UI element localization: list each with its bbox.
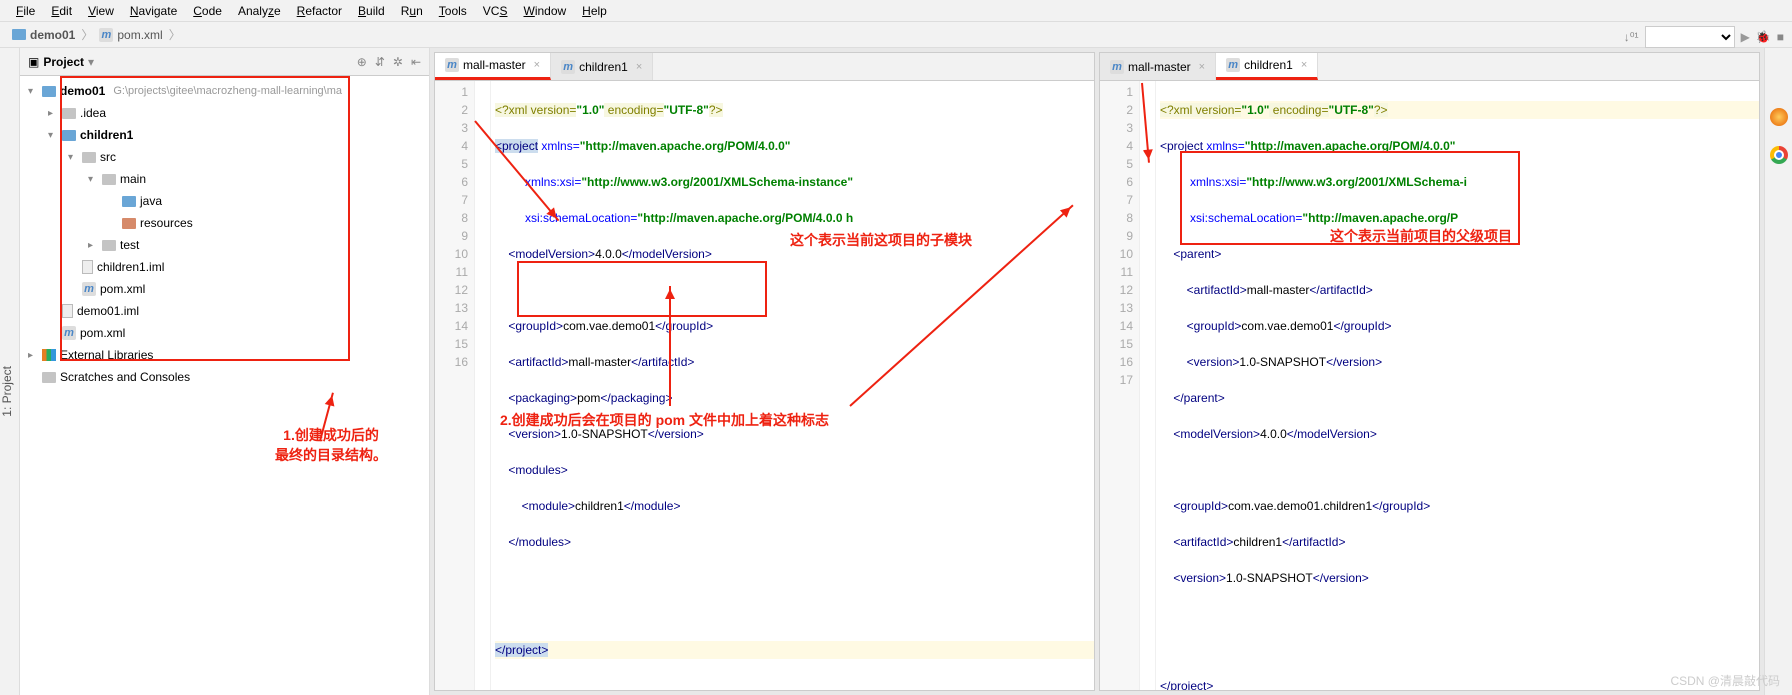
menu-view[interactable]: View	[80, 2, 122, 19]
editor-left: mmall-master× mchildren1× 12345678910111…	[434, 52, 1095, 691]
code-left[interactable]: <?xml version="1.0" encoding="UTF-8"?> <…	[491, 81, 1094, 690]
menu-build[interactable]: Build	[350, 2, 393, 19]
maven-icon: m	[1226, 58, 1240, 72]
editor-right-tabs: mmall-master× mchildren1×	[1100, 53, 1759, 81]
breadcrumb-project[interactable]: demo01	[8, 28, 79, 42]
project-panel: ▣ Project ▾ ⊕ ⇵ ✲ ⇤ ▾demo01G:\projects\git…	[20, 48, 430, 695]
menu-window[interactable]: Window	[515, 2, 574, 19]
tab-children1[interactable]: mchildren1×	[551, 53, 653, 80]
menu-edit[interactable]: Edit	[43, 2, 80, 19]
close-icon[interactable]: ×	[1301, 59, 1307, 71]
menu-bar: File Edit View Navigate Code Analyze Ref…	[0, 0, 1792, 22]
code-right[interactable]: <?xml version="1.0" encoding="UTF-8"?> <…	[1156, 81, 1759, 690]
build-icon[interactable]: ↓⁰¹	[1624, 30, 1639, 44]
firefox-icon[interactable]	[1770, 108, 1788, 126]
menu-run[interactable]: Run	[393, 2, 431, 19]
stop-icon[interactable]: ■	[1777, 30, 1784, 44]
folder-icon	[12, 29, 26, 40]
annotation-box-parent	[1180, 151, 1520, 245]
tab-mall-master-r[interactable]: mmall-master×	[1100, 53, 1216, 80]
annotation-box-modules	[517, 261, 767, 317]
settings-icon[interactable]: ✲	[393, 55, 403, 69]
collapse-icon[interactable]: ⇵	[375, 55, 385, 69]
project-panel-header: ▣ Project ▾ ⊕ ⇵ ✲ ⇤	[20, 48, 429, 76]
editor-left-tabs: mmall-master× mchildren1×	[435, 53, 1094, 81]
menu-file[interactable]: File	[8, 2, 43, 19]
fold-gutter	[475, 81, 491, 690]
module-icon	[42, 86, 56, 97]
select-opened-icon[interactable]: ⊕	[357, 55, 367, 69]
breadcrumb-file[interactable]: mpom.xml	[95, 28, 166, 42]
editor-area: mmall-master× mchildren1× 12345678910111…	[430, 48, 1764, 695]
run-config-dropdown[interactable]	[1645, 26, 1735, 48]
libraries-icon	[42, 349, 56, 361]
close-icon[interactable]: ×	[1199, 61, 1205, 73]
folder-icon	[42, 372, 56, 383]
chevron-down-icon[interactable]: ▾	[88, 55, 94, 69]
watermark: CSDN @清晨敲代码	[1670, 672, 1780, 689]
project-tree: ▾demo01G:\projects\gitee\macrozheng-mall…	[20, 76, 429, 392]
tab-children1-r[interactable]: mchildren1×	[1216, 53, 1318, 80]
debug-icon[interactable]: 🐞	[1756, 30, 1771, 44]
tab-mall-master[interactable]: mmall-master×	[435, 53, 551, 80]
menu-refactor[interactable]: Refactor	[289, 2, 350, 19]
menu-tools[interactable]: Tools	[431, 2, 475, 19]
hide-icon[interactable]: ⇤	[411, 55, 421, 69]
menu-code[interactable]: Code	[185, 2, 230, 19]
menu-vcs[interactable]: VCS	[475, 2, 516, 19]
maven-icon: m	[445, 58, 459, 72]
close-icon[interactable]: ×	[534, 59, 540, 71]
run-icon[interactable]: ▶	[1741, 30, 1750, 44]
annotation-box-1	[60, 76, 350, 361]
menu-navigate[interactable]: Navigate	[122, 2, 185, 19]
line-gutter: 12345678910111213141516	[435, 81, 475, 690]
chrome-icon[interactable]	[1770, 146, 1788, 164]
project-view-icon: ▣	[28, 55, 39, 69]
maven-icon: m	[99, 28, 113, 42]
maven-icon: m	[1110, 60, 1124, 74]
maven-icon: m	[561, 60, 575, 74]
breadcrumb: demo01 〉 mpom.xml 〉 ↓⁰¹ ▶ 🐞 ■	[0, 22, 1792, 48]
breadcrumb-separator: 〉	[167, 26, 183, 43]
project-tool-button[interactable]: 1: Project	[0, 48, 20, 695]
editor-right: mmall-master× mchildren1× 12345678910111…	[1099, 52, 1760, 691]
close-icon[interactable]: ×	[636, 61, 642, 73]
right-sidebar	[1764, 48, 1792, 695]
tree-scratches[interactable]: Scratches and Consoles	[20, 366, 429, 388]
line-gutter: 1234567891011121314151617	[1100, 81, 1140, 690]
menu-analyze[interactable]: Analyze	[230, 2, 289, 19]
run-toolbar: ↓⁰¹ ▶ 🐞 ■	[1624, 26, 1784, 48]
project-panel-title: Project	[43, 55, 84, 69]
fold-gutter	[1140, 81, 1156, 690]
breadcrumb-separator: 〉	[79, 26, 95, 43]
menu-help[interactable]: Help	[574, 2, 615, 19]
